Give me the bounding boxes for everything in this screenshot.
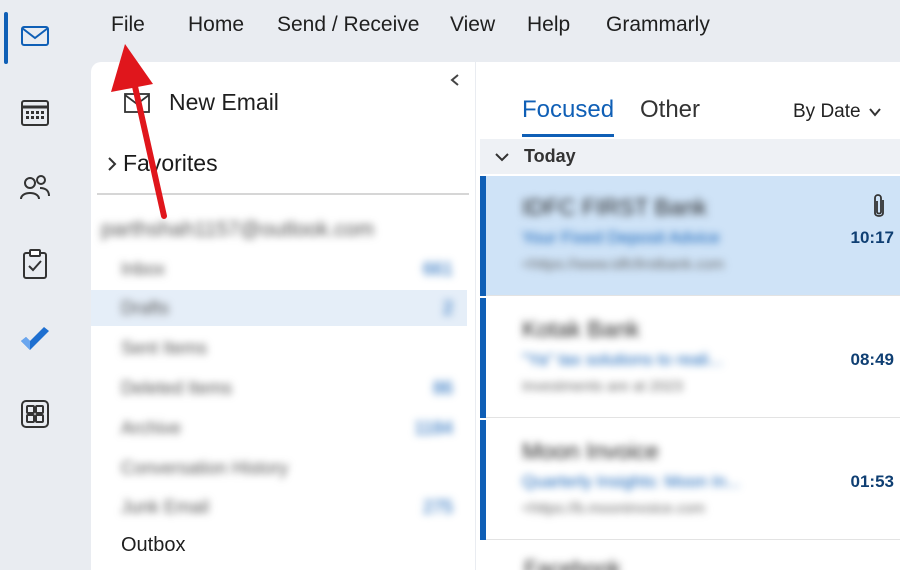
compose-mail-icon — [124, 88, 153, 113]
app-rail — [0, 0, 70, 570]
unread-count: 661 — [422, 258, 453, 279]
message-preview: Investments are at 2023 — [522, 378, 683, 395]
sort-label: By Date — [793, 101, 861, 122]
message-item[interactable]: Kotak Bank "Ya" tax solutions to reali..… — [480, 298, 900, 418]
menu-home[interactable]: Home — [188, 13, 244, 37]
folder-item-sent-items[interactable]: Sent Items — [91, 330, 467, 366]
calendar-icon[interactable] — [12, 89, 58, 135]
group-label: Today — [524, 146, 576, 166]
menu-grammarly[interactable]: Grammarly — [606, 13, 710, 37]
message-subject: Quarterly Insights: Moon In... — [522, 472, 741, 491]
chevron-left-icon[interactable] — [447, 72, 463, 88]
new-email-label: New Email — [169, 88, 279, 115]
folder-name: Junk Email — [121, 496, 210, 517]
message-sender-partial[interactable]: Facebook — [524, 556, 621, 570]
menu-file[interactable]: File — [111, 13, 145, 37]
message-sender: Kotak Bank — [522, 316, 640, 342]
folder-item-junk-email[interactable]: Junk Email 275 — [91, 489, 467, 525]
chevron-down-icon — [495, 152, 509, 161]
clipboard-check-icon[interactable] — [12, 241, 58, 287]
selection-accent — [480, 176, 486, 296]
attachment-icon — [874, 194, 884, 217]
folder-name: Sent Items — [121, 337, 208, 358]
unread-count: 275 — [422, 496, 453, 517]
menu-help[interactable]: Help — [527, 13, 570, 37]
folder-item-archive[interactable]: Archive 1184 — [91, 410, 467, 446]
chevron-right-icon — [108, 156, 117, 171]
menu-bar: File Home Send / Receive View Help Gramm… — [70, 0, 900, 58]
folder-pane: New Email Favorites parthshah1157@outloo… — [91, 62, 475, 570]
message-sender: IDFC FIRST Bank — [522, 194, 707, 220]
message-subject: "Ya" tax solutions to reali... — [522, 350, 723, 369]
account-email[interactable]: parthshah1157@outlook.com — [101, 218, 374, 242]
message-preview: <https://www.idfcfirstbank.com — [522, 256, 725, 273]
chevron-down-icon — [868, 108, 881, 117]
folder-name: Conversation History — [121, 457, 289, 478]
message-list-pane: Focused Other By Date Today IDFC FIRST B… — [476, 62, 900, 570]
new-email-button[interactable]: New Email — [123, 84, 279, 120]
favorites-group[interactable]: Favorites — [105, 150, 218, 177]
menu-view[interactable]: View — [450, 13, 495, 37]
active-tab-underline — [522, 134, 614, 137]
apps-grid-icon[interactable] — [12, 391, 58, 437]
message-sender: Moon Invoice — [522, 438, 659, 464]
folder-name: Deleted Items — [121, 377, 233, 398]
folder-item-conversation-history[interactable]: Conversation History — [91, 450, 467, 486]
folder-item-deleted-items[interactable]: Deleted Items 86 — [91, 370, 467, 406]
message-time: 01:53 — [850, 472, 894, 491]
menu-send-receive[interactable]: Send / Receive — [277, 13, 419, 37]
folder-item-outbox[interactable]: Outbox — [121, 534, 185, 557]
people-icon[interactable] — [12, 165, 58, 211]
mail-icon[interactable] — [12, 13, 58, 59]
folder-name: Drafts — [121, 297, 170, 318]
unread-count: 86 — [432, 377, 453, 398]
folder-item-drafts[interactable]: Drafts 2 — [91, 290, 467, 326]
unread-count: 2 — [442, 297, 453, 318]
unread-accent — [480, 420, 486, 540]
message-preview: <https://b.mooninvoice.com — [522, 500, 706, 517]
message-time: 10:17 — [850, 228, 894, 247]
group-header-today[interactable]: Today — [480, 139, 900, 174]
folder-name: Archive — [121, 417, 182, 438]
message-item[interactable]: Moon Invoice Quarterly Insights: Moon In… — [480, 420, 900, 540]
tab-focused[interactable]: Focused — [522, 96, 614, 124]
unread-count: 1184 — [414, 417, 453, 438]
todo-check-icon[interactable] — [12, 317, 58, 363]
favorites-label: Favorites — [123, 150, 218, 176]
message-item[interactable]: IDFC FIRST Bank Your Fixed Deposit Advic… — [480, 176, 900, 296]
sort-dropdown[interactable]: By Date — [793, 101, 883, 123]
tab-other[interactable]: Other — [640, 96, 700, 124]
folder-name: Inbox — [121, 258, 166, 279]
divider — [97, 193, 469, 195]
folder-item-inbox[interactable]: Inbox 661 — [91, 251, 467, 287]
rail-active-indicator — [4, 12, 8, 64]
message-subject: Your Fixed Deposit Advice — [522, 228, 720, 247]
unread-accent — [480, 298, 486, 418]
message-time: 08:49 — [850, 350, 894, 369]
